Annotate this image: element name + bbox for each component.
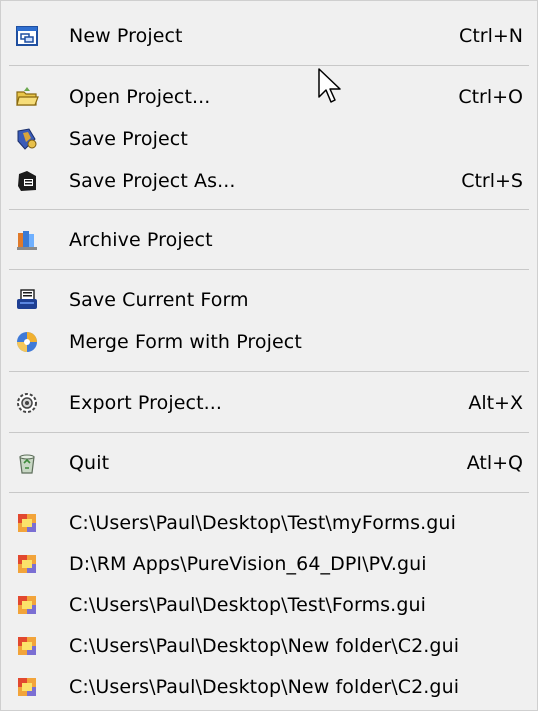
save-project-icon <box>17 128 37 150</box>
menu-item-export-project[interactable]: Export Project... Alt+X <box>1 383 537 423</box>
menu-item-label: New Project <box>69 25 183 47</box>
gui-file-icon <box>18 678 36 696</box>
menu-separator <box>9 492 529 493</box>
menu-item-label: Export Project... <box>69 392 223 414</box>
recycle-bin-icon <box>19 454 35 474</box>
menu-item-quit[interactable]: Quit Atl+Q <box>1 443 537 483</box>
menu-item-label: Merge Form with Project <box>69 331 302 353</box>
menu-item-shortcut: Atl+Q <box>466 452 523 474</box>
recent-file-item[interactable]: D:\RM Apps\PureVision_64_DPI\PV.gui <box>1 544 537 584</box>
recent-file-item[interactable]: C:\Users\Paul\Desktop\New folder\C2.gui <box>1 667 537 707</box>
menu-item-label: Save Project As... <box>69 170 236 192</box>
save-as-icon <box>18 171 36 191</box>
recent-file-item[interactable]: C:\Users\Paul\Desktop\Test\Forms.gui <box>1 585 537 625</box>
menu-item-new-project[interactable]: New Project Ctrl+N <box>1 16 537 56</box>
recent-file-path: C:\Users\Paul\Desktop\New folder\C2.gui <box>69 635 460 657</box>
recent-file-path: D:\RM Apps\PureVision_64_DPI\PV.gui <box>69 553 427 575</box>
gui-file-icon <box>18 555 36 573</box>
menu-item-merge-form[interactable]: Merge Form with Project <box>1 322 537 362</box>
menu-item-save-project[interactable]: Save Project <box>1 119 537 159</box>
export-gear-icon <box>17 393 37 413</box>
gui-file-icon <box>18 637 36 655</box>
menu-item-shortcut: Ctrl+O <box>458 86 523 108</box>
menu-separator <box>9 269 529 270</box>
recent-file-path: C:\Users\Paul\Desktop\Test\Forms.gui <box>69 594 427 616</box>
file-menu: New Project Ctrl+N Open Project... Ctrl+… <box>0 0 538 711</box>
menu-item-label: Save Current Form <box>69 289 249 311</box>
recent-file-item[interactable]: C:\Users\Paul\Desktop\New folder\C2.gui <box>1 626 537 666</box>
menu-separator <box>9 209 529 210</box>
menu-item-label: Quit <box>69 452 110 474</box>
menu-separator <box>9 371 529 372</box>
menu-item-shortcut: Alt+X <box>468 392 523 414</box>
merge-icon <box>17 332 37 352</box>
menu-item-shortcut: Ctrl+S <box>461 170 523 192</box>
gui-file-icon <box>18 514 36 532</box>
mouse-pointer-icon <box>318 68 341 103</box>
menu-item-save-current-form[interactable]: Save Current Form <box>1 280 537 320</box>
new-project-icon <box>16 26 38 46</box>
menu-item-shortcut: Ctrl+N <box>459 25 523 47</box>
gui-file-icon <box>18 596 36 614</box>
menu-item-open-project[interactable]: Open Project... Ctrl+O <box>1 77 537 117</box>
menu-item-save-project-as[interactable]: Save Project As... Ctrl+S <box>1 161 537 201</box>
menu-item-label: Open Project... <box>69 86 211 108</box>
menu-separator <box>9 65 529 66</box>
save-form-icon <box>17 289 37 309</box>
menu-separator <box>9 432 529 433</box>
recent-file-path: C:\Users\Paul\Desktop\New folder\C2.gui <box>69 676 460 698</box>
menu-item-archive-project[interactable]: Archive Project <box>1 220 537 260</box>
menu-item-label: Archive Project <box>69 229 213 251</box>
open-folder-icon <box>16 87 39 106</box>
menu-item-label: Save Project <box>69 128 188 150</box>
recent-file-item[interactable]: C:\Users\Paul\Desktop\Test\myForms.gui <box>1 503 537 543</box>
recent-file-path: C:\Users\Paul\Desktop\Test\myForms.gui <box>69 512 456 534</box>
archive-icon <box>17 231 37 250</box>
